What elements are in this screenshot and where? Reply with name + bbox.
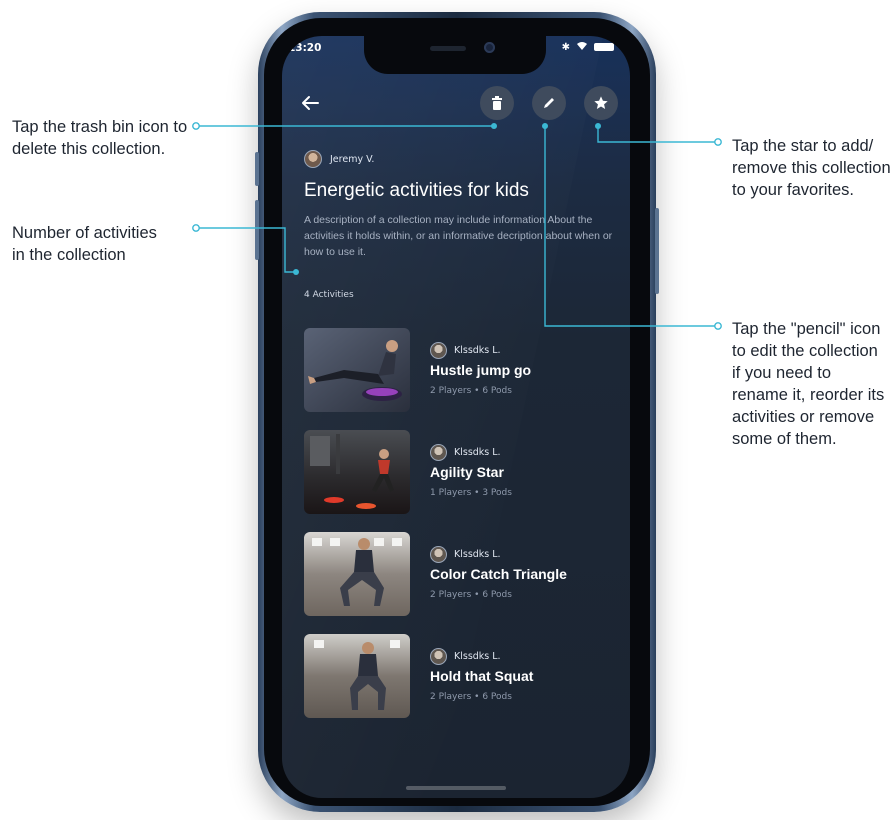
callout-dot [293,269,299,275]
callout-lines [192,122,722,330]
callout-pencil-line [544,126,716,327]
callout-dot [714,322,722,330]
callout-dot [714,138,722,146]
callout-dot [595,123,601,129]
callout-count-line [198,227,294,273]
callout-dot [542,123,548,129]
callout-star-line [597,126,716,143]
callout-dot [192,122,200,130]
callout-dot [192,224,200,232]
callout-dot [491,123,497,129]
